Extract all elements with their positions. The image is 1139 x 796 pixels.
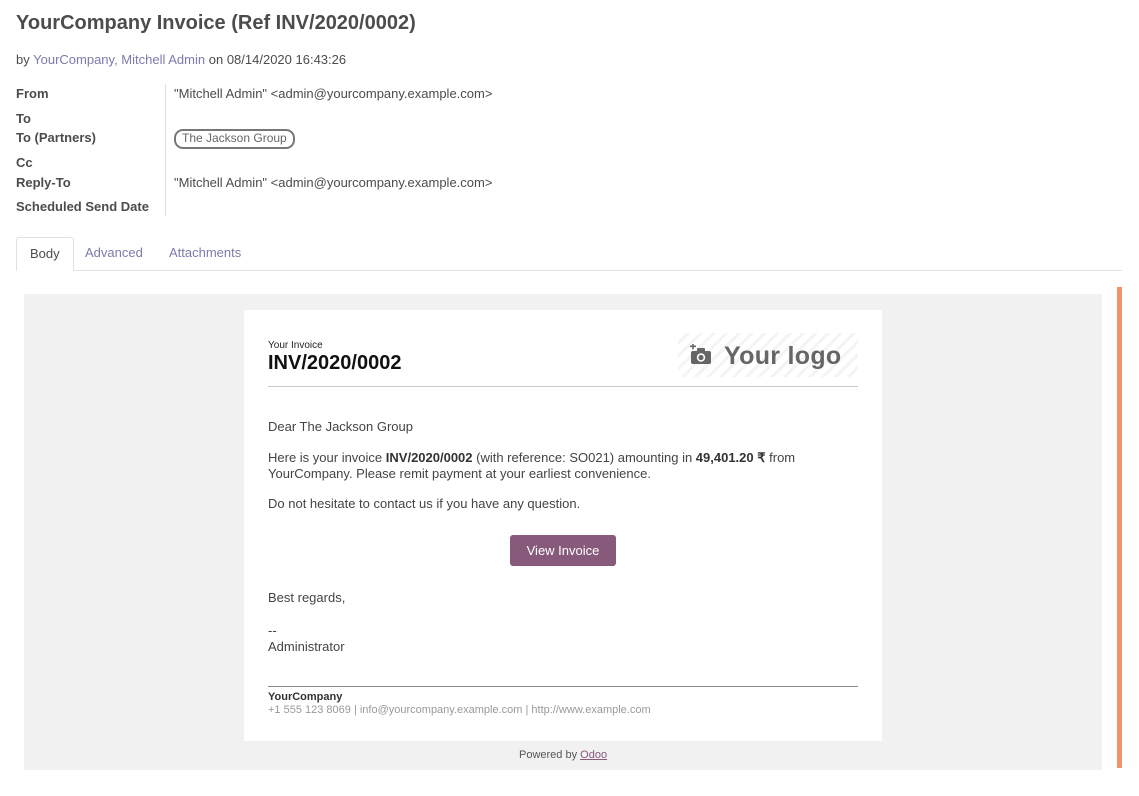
cc-label: Cc	[16, 155, 33, 170]
header-divider	[268, 386, 858, 387]
powered-by: Powered by Odoo	[519, 749, 607, 761]
by-prefix: by	[16, 52, 30, 67]
field-to-partners: To (Partners)	[16, 130, 716, 150]
logo-text: Your logo	[724, 342, 842, 370]
signature-name: Administrator	[268, 639, 345, 654]
footer-company: YourCompany	[268, 691, 343, 703]
author-link[interactable]: YourCompany, Mitchell Admin	[33, 52, 205, 67]
field-to: To	[16, 111, 716, 131]
tab-bar: Body Advanced Attachments	[16, 237, 1122, 271]
field-reply-to: Reply-To "Mitchell Admin" <admin@yourcom…	[16, 175, 716, 195]
email-eyebrow: Your Invoice	[268, 340, 323, 351]
footer-divider	[268, 686, 858, 687]
p1-text-a: Here is your invoice	[268, 450, 386, 465]
partner-tag[interactable]: The Jackson Group	[174, 129, 295, 149]
regards: Best regards,	[268, 590, 346, 605]
signature-dash: --	[268, 623, 277, 638]
message-datetime: 08/14/2020 16:43:26	[226, 52, 347, 67]
camera-plus-icon	[690, 344, 711, 364]
page-title: YourCompany Invoice (Ref INV/2020/0002)	[16, 12, 416, 34]
field-scheduled-date: Scheduled Send Date	[16, 199, 716, 219]
tab-advanced[interactable]: Advanced	[72, 237, 156, 269]
from-label: From	[16, 86, 49, 101]
scheduled-date-label: Scheduled Send Date	[16, 199, 149, 214]
field-cc: Cc	[16, 155, 716, 175]
message-byline: by YourCompany, Mitchell Admin on 08/14/…	[16, 52, 346, 67]
p1-text-b: (with reference: SO021) amounting in	[472, 450, 696, 465]
greeting: Dear The Jackson Group	[268, 419, 413, 434]
view-invoice-button[interactable]: View Invoice	[510, 535, 616, 566]
reply-to-value[interactable]: "Mitchell Admin" <admin@yourcompany.exam…	[174, 175, 492, 190]
on-prefix: on	[208, 52, 224, 67]
field-from: From "Mitchell Admin" <admin@yourcompany…	[16, 86, 716, 106]
to-partners-label: To (Partners)	[16, 130, 96, 145]
reply-to-label: Reply-To	[16, 175, 71, 190]
contact-paragraph: Do not hesitate to contact us if you hav…	[268, 496, 581, 511]
p1-amount: 49,401.20 ₹	[695, 450, 766, 465]
tab-attachments[interactable]: Attachments	[156, 237, 254, 269]
from-value[interactable]: "Mitchell Admin" <admin@yourcompany.exam…	[174, 86, 492, 101]
powered-prefix: Powered by	[519, 749, 578, 761]
invoice-paragraph: Here is your invoice INV/2020/0002 (with…	[268, 450, 858, 482]
p1-invoice-ref: INV/2020/0002	[385, 450, 473, 465]
tab-body[interactable]: Body	[16, 237, 74, 271]
invoice-number: INV/2020/0002	[268, 352, 402, 374]
to-label: To	[16, 111, 31, 126]
scroll-indicator[interactable]	[1117, 287, 1122, 768]
odoo-link[interactable]: Odoo	[580, 749, 607, 761]
footer-contact: +1 555 123 8069 | info@yourcompany.examp…	[268, 704, 651, 716]
